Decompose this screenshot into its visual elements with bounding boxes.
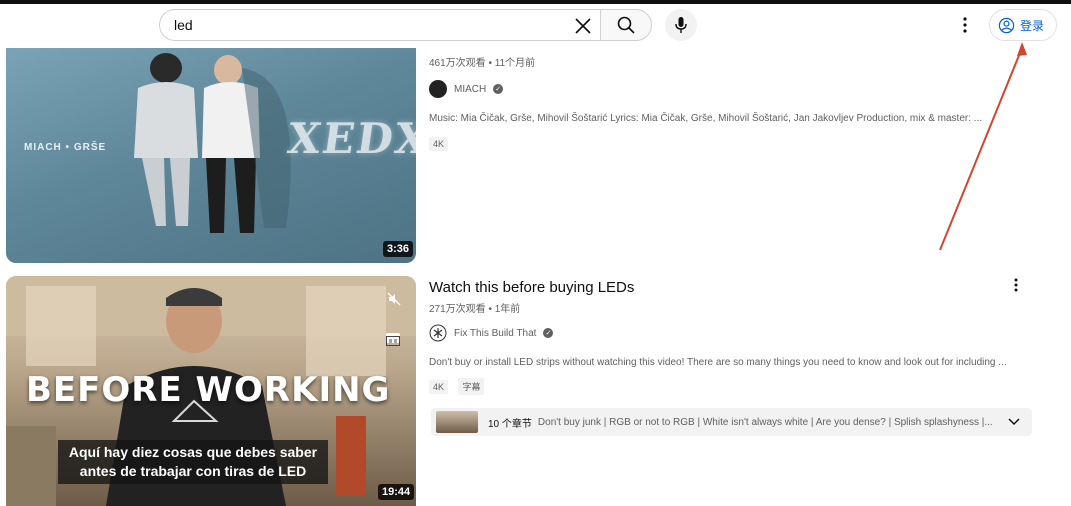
channel-name: MIACH <box>454 83 487 95</box>
chapter-list-text: Don't buy junk | RGB or not to RGB | Whi… <box>537 416 993 428</box>
channel-link[interactable]: Fix This Build That ✓ <box>429 324 554 342</box>
more-vert-icon <box>963 17 967 33</box>
video-thumbnail[interactable]: BEFORE WORKING Aquí hay diez cosas que d… <box>6 276 416 506</box>
signin-button[interactable]: 登录 <box>989 9 1057 41</box>
mute-button[interactable] <box>387 292 401 311</box>
search-button[interactable] <box>600 9 652 41</box>
badge-4k: 4K <box>429 380 449 394</box>
signin-label: 登录 <box>1020 18 1045 33</box>
badge-row: 4K <box>429 134 454 152</box>
video-duration: 3:36 <box>383 241 414 257</box>
search-icon <box>617 16 635 34</box>
video-description: Don't buy or install LED strips without … <box>429 357 1007 368</box>
video-thumbnail[interactable]: MIACH • GRŠE XEDX 3:36 <box>6 48 416 263</box>
chapter-count: 10 个章节 <box>488 418 532 430</box>
video-info: 461万次观看 • 11个月前 <box>429 54 535 69</box>
chapters-bar[interactable]: 10 个章节 Don't buy junk | RGB or not to RG… <box>431 408 1032 436</box>
video-title[interactable]: Watch this before buying LEDs <box>429 279 634 296</box>
clear-search-button[interactable] <box>570 13 596 39</box>
video-meta: 461万次观看 • 11个月前 <box>429 58 536 69</box>
search-input[interactable] <box>174 11 554 39</box>
channel-name: Fix This Build That <box>454 327 537 339</box>
badge-row: 4K 字幕 <box>429 377 490 395</box>
thumbnail-big-text: BEFORE WORKING <box>26 370 391 410</box>
microphone-icon <box>675 17 687 33</box>
more-vert-icon <box>1014 278 1018 292</box>
thumbnail-title-text: XEDX <box>284 114 416 163</box>
captions-button[interactable] <box>386 333 400 346</box>
badge-4k: 4K <box>429 137 449 151</box>
chapter-thumbnail <box>436 411 478 433</box>
channel-link[interactable]: MIACH ✓ <box>429 80 504 98</box>
video-action-menu-button[interactable] <box>1006 275 1026 295</box>
chevron-down-icon[interactable] <box>1008 417 1020 427</box>
video-meta: 271万次观看 • 1年前 <box>429 304 521 315</box>
thumbnail-subtitle-line: antes de trabajar con tiras de LED <box>79 463 307 479</box>
channel-avatar <box>429 324 447 342</box>
badge-subtitles: 字幕 <box>458 378 485 395</box>
voice-search-button[interactable] <box>665 9 697 41</box>
close-icon <box>575 18 591 34</box>
search-box[interactable] <box>159 9 600 41</box>
video-duration: 19:44 <box>378 484 415 500</box>
settings-menu-button[interactable] <box>954 12 976 38</box>
channel-avatar <box>429 80 447 98</box>
thumbnail-subtitle: Aquí hay diez cosas que debes saber ante… <box>58 440 328 484</box>
verified-icon: ✓ <box>493 84 504 94</box>
account-circle-icon <box>998 17 1015 33</box>
cc-icon <box>386 336 400 346</box>
top-border <box>0 0 1071 4</box>
verified-icon: ✓ <box>543 328 554 338</box>
thumbnail-subtitle-line: Aquí hay diez cosas que debes saber <box>68 444 318 460</box>
video-description: Music: Mia Čičak, Grše, Mihovil Šoštarić… <box>429 113 983 124</box>
muted-speaker-icon <box>387 292 401 306</box>
